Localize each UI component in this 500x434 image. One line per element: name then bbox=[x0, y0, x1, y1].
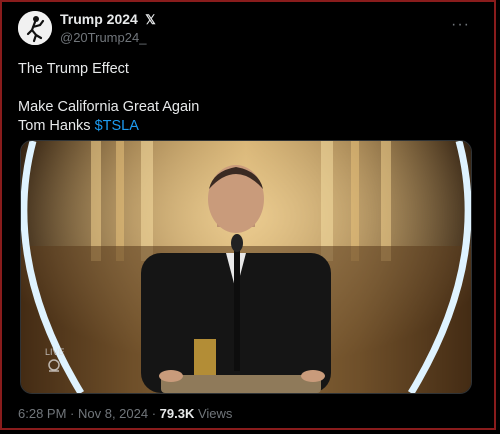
meta-separator: · bbox=[148, 406, 160, 421]
author-names: Trump 2024 𝕏 @20Trump24_ bbox=[60, 10, 156, 47]
display-name[interactable]: Trump 2024 bbox=[60, 11, 138, 27]
more-dots-icon[interactable]: ··· bbox=[451, 16, 470, 34]
tweet-line-3: Tom Hanks $TSLA bbox=[18, 117, 480, 136]
tweet-line-1: The Trump Effect bbox=[18, 61, 129, 77]
tweet-video[interactable]: LIVE bbox=[20, 140, 472, 394]
author-handle[interactable]: @20Trump24_ bbox=[60, 29, 156, 47]
avatar[interactable] bbox=[18, 11, 52, 45]
tweet-time[interactable]: 6:28 PM bbox=[18, 406, 66, 421]
tweet-text: The Trump Effect Make California Great A… bbox=[18, 60, 480, 136]
meta-separator: · bbox=[66, 406, 78, 421]
tweet-date[interactable]: Nov 8, 2024 bbox=[78, 406, 148, 421]
video-frame-illustration: LIVE bbox=[21, 141, 471, 393]
tweet-line-2: Make California Great Again bbox=[18, 99, 200, 115]
network-watermark: LIVE bbox=[45, 347, 65, 357]
tweet-line-3-prefix: Tom Hanks bbox=[18, 118, 95, 134]
tweet-meta: 6:28 PM · Nov 8, 2024 · 79.3K Views bbox=[18, 406, 232, 421]
tweet-header: Trump 2024 𝕏 @20Trump24_ bbox=[18, 8, 480, 48]
tweet: Trump 2024 𝕏 @20Trump24_ ··· The Trump E… bbox=[18, 8, 480, 136]
x-badge-icon: 𝕏 bbox=[145, 11, 156, 27]
silhouette-avatar-icon bbox=[18, 11, 52, 45]
views-count[interactable]: 79.3K bbox=[160, 406, 195, 421]
cashtag-link[interactable]: $TSLA bbox=[95, 118, 139, 134]
views-label: Views bbox=[194, 406, 233, 421]
